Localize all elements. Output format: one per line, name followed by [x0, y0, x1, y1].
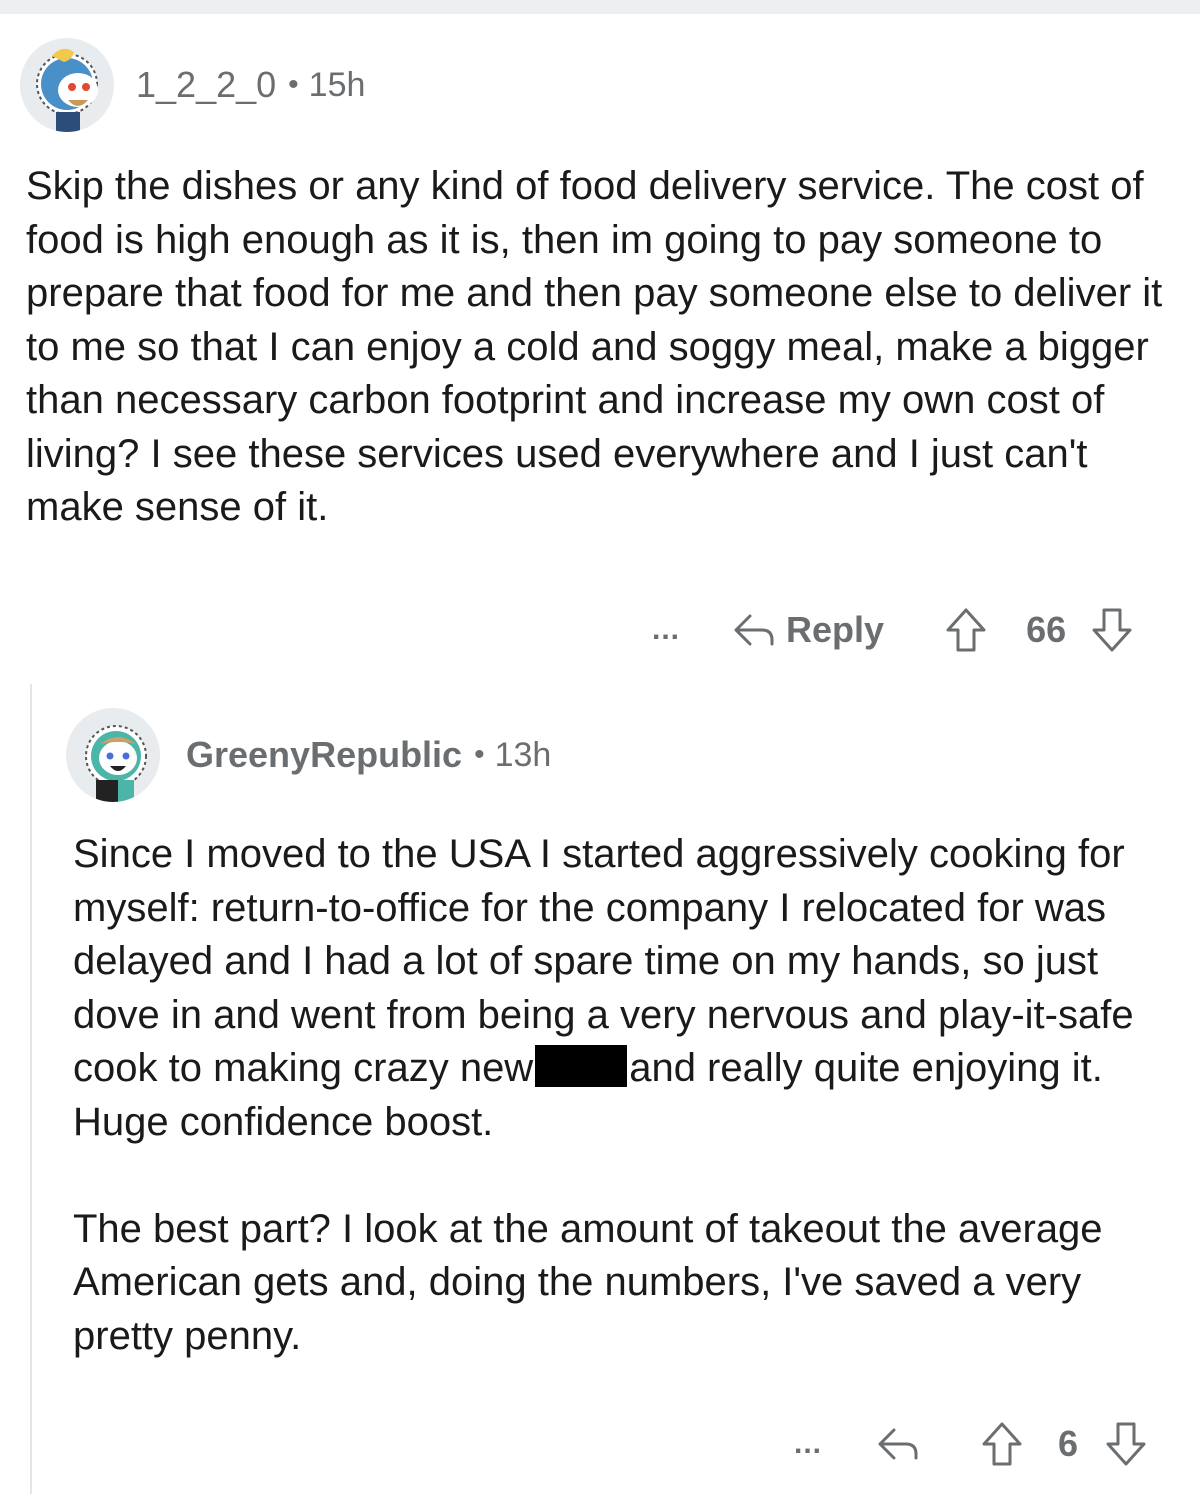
timestamp[interactable]: 15h	[309, 66, 366, 105]
comment-header: 1_2_2_0 • 15h	[20, 38, 365, 132]
reply-arrow-icon	[734, 614, 774, 646]
thread-line[interactable]	[30, 684, 32, 1494]
comment-body: Skip the dishes or any kind of food deli…	[26, 160, 1176, 535]
reply-button[interactable]: Reply	[732, 609, 884, 651]
username[interactable]: GreenyRepublic	[186, 734, 462, 776]
comment-body-text: Skip the dishes or any kind of food deli…	[26, 164, 1163, 529]
vote-count: 6	[1058, 1423, 1079, 1464]
reply-comment-header: GreenyRepublic • 13h	[66, 708, 551, 802]
snoo-avatar-icon	[20, 38, 114, 132]
reply-paragraph-2: The best part? I look at the amount of t…	[73, 1206, 1103, 1358]
downvote-arrow-icon[interactable]	[1090, 607, 1134, 653]
more-icon[interactable]: ...	[652, 613, 680, 647]
redaction-bar	[535, 1045, 628, 1087]
snoo-avatar-icon	[66, 708, 160, 802]
upvote-arrow-icon[interactable]	[944, 607, 988, 653]
top-strip	[0, 0, 1200, 14]
separator-dot: •	[474, 738, 485, 771]
downvote-arrow-icon[interactable]	[1104, 1421, 1148, 1467]
timestamp[interactable]: 13h	[495, 736, 552, 775]
reply-paragraph-1: Since I moved to the USA I started aggre…	[73, 828, 1178, 1149]
upvote-arrow-icon[interactable]	[980, 1421, 1024, 1467]
reply-label: Reply	[786, 609, 885, 650]
avatar[interactable]	[20, 38, 114, 132]
reply-arrow-icon[interactable]	[876, 1424, 920, 1464]
comment-actions: ... Reply 66	[652, 604, 1134, 656]
avatar[interactable]	[66, 708, 160, 802]
reply-comment-body: Since I moved to the USA I started aggre…	[73, 828, 1178, 1363]
separator-dot: •	[288, 68, 299, 101]
reply-comment-actions: ... 6	[794, 1418, 1148, 1470]
username[interactable]: 1_2_2_0	[136, 64, 276, 106]
more-icon[interactable]: ...	[794, 1427, 822, 1461]
vote-count: 66	[1026, 609, 1067, 650]
